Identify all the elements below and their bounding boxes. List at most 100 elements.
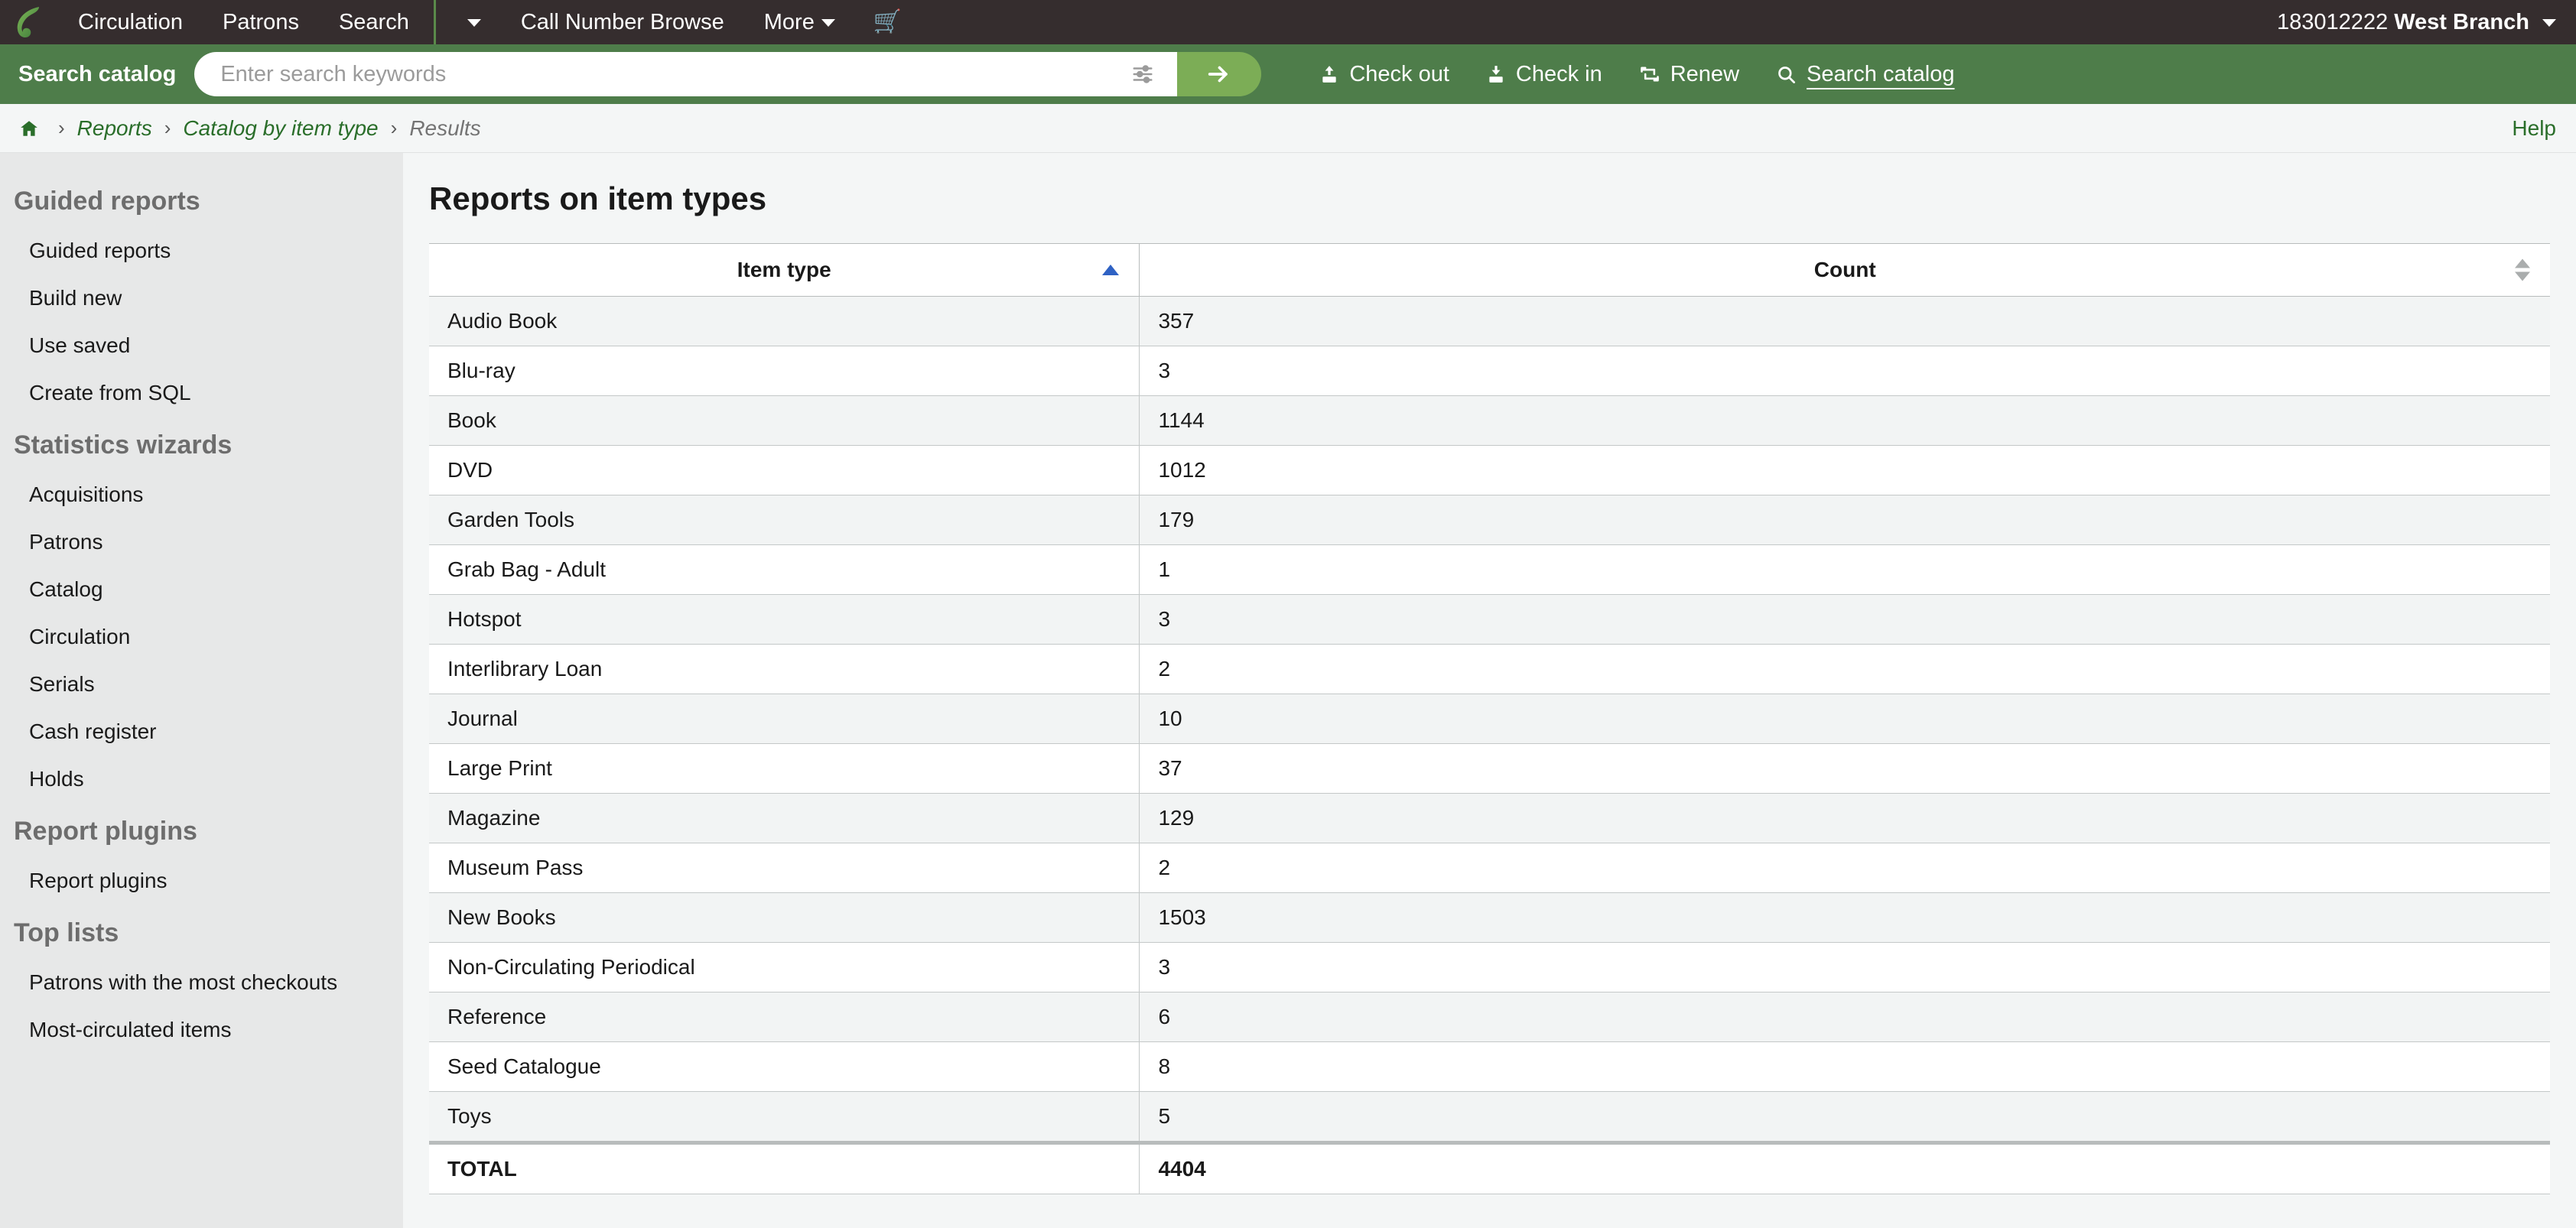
search-submit-button[interactable] [1176, 52, 1262, 96]
main-menu: Circulation Patrons Search Call Number B… [58, 0, 920, 44]
search-catalog-label: Search catalog [18, 61, 177, 86]
cell-item-type: New Books [429, 892, 1140, 943]
sidebar-item-create-from-sql[interactable]: Create from SQL [0, 369, 403, 417]
cell-count: 1012 [1139, 445, 2550, 495]
cell-item-type: Toys [429, 1091, 1140, 1143]
sidebar-item-build-new[interactable]: Build new [0, 275, 403, 322]
cell-item-type: Museum Pass [429, 843, 1140, 893]
table-row: New Books 1503 [429, 892, 2550, 943]
top-navigation-bar: Circulation Patrons Search Call Number B… [0, 0, 2576, 44]
koha-logo[interactable] [0, 0, 58, 44]
table-row: DVD 1012 [429, 445, 2550, 495]
search-input[interactable] [194, 54, 1132, 95]
sidebar-item-holds[interactable]: Holds [0, 755, 403, 803]
item-types-report-table: Item type Count Audio Book 357 Blu-ray 3 Boo… [429, 243, 2550, 1194]
table-header: Item type Count [429, 243, 2550, 297]
nav-item-call-number-browse[interactable]: Call Number Browse [501, 0, 744, 44]
table-row: Non-Circulating Periodical 3 [429, 942, 2550, 992]
sidebar-heading-report-plugins: Report plugins [14, 817, 197, 846]
sidebar-item-acquisitions[interactable]: Acquisitions [0, 471, 403, 518]
table-row: Interlibrary Loan 2 [429, 644, 2550, 694]
column-header-count[interactable]: Count [1139, 243, 2550, 297]
table-footer: TOTAL 4404 [429, 1141, 2550, 1194]
page-title: Reports on item types [429, 180, 767, 216]
column-header-item-type-label: Item type [737, 258, 831, 281]
cell-count: 129 [1139, 793, 2550, 843]
table-row: Blu-ray 3 [429, 346, 2550, 396]
action-search-catalog[interactable]: Search catalog [1758, 62, 1973, 87]
action-renew[interactable]: Renew [1621, 62, 1758, 87]
nav-item-search[interactable]: Search [319, 0, 429, 44]
user-branch: West Branch [2394, 10, 2529, 34]
breadcrumb-separator: › [390, 116, 398, 139]
cell-item-type: Audio Book [429, 296, 1140, 346]
renew-icon [1640, 67, 1659, 82]
table-row: Magazine 129 [429, 793, 2550, 843]
sidebar-item-report-plugins[interactable]: Report plugins [0, 857, 403, 905]
cell-item-type: Garden Tools [429, 495, 1140, 545]
cell-count: 2 [1139, 644, 2550, 694]
sidebar-item-circulation[interactable]: Circulation [0, 613, 403, 661]
user-number: 183012222 [2276, 10, 2389, 34]
sidebar-item-patrons-with-the-most-checkouts[interactable]: Patrons with the most checkouts [0, 959, 403, 1006]
table-row: Reference 6 [429, 992, 2550, 1042]
total-count: 4404 [1139, 1141, 2550, 1194]
nav-search-dropdown-toggle[interactable] [441, 0, 501, 44]
cell-item-type: Reference [429, 992, 1140, 1042]
breadcrumb-item-reports[interactable]: Reports [77, 116, 152, 141]
table-row: Garden Tools 179 [429, 495, 2550, 545]
sidebar-item-cash-register[interactable]: Cash register [0, 708, 403, 755]
breadcrumb-separator: › [164, 116, 171, 139]
cell-count: 8 [1139, 1041, 2550, 1092]
search-bar: Search catalog Check out Check in [0, 44, 2576, 104]
cell-item-type: Grab Bag - Adult [429, 544, 1140, 595]
table-row: Hotspot 3 [429, 594, 2550, 645]
table-body: Audio Book 357 Blu-ray 3 Book 1144 DVD 1012 Gard… [429, 296, 2550, 1143]
nav-divider [433, 0, 436, 44]
breadcrumb-separator: › [58, 116, 65, 139]
cell-item-type: Blu-ray [429, 346, 1140, 396]
cell-count: 1144 [1139, 395, 2550, 446]
help-link[interactable]: Help [2512, 116, 2556, 141]
sidebar-heading-guided-reports: Guided reports [14, 187, 200, 216]
nav-item-patrons[interactable]: Patrons [203, 0, 319, 44]
sidebar-item-guided-reports[interactable]: Guided reports [0, 227, 403, 275]
cell-item-type: Journal [429, 694, 1140, 744]
cell-count: 357 [1139, 296, 2550, 346]
sidebar-heading-top-lists: Top lists [14, 918, 119, 947]
chevron-down-icon [467, 19, 481, 28]
cell-count: 6 [1139, 992, 2550, 1042]
arrow-right-icon [1208, 66, 1228, 83]
cell-count: 3 [1139, 346, 2550, 396]
sidebar-item-patrons[interactable]: Patrons [0, 518, 403, 566]
cell-count: 1503 [1139, 892, 2550, 943]
sort-ascending-icon [1102, 265, 1120, 275]
page-body: Guided reports Guided reports Build new … [0, 153, 2576, 1228]
sliders-icon[interactable] [1131, 63, 1177, 86]
table-row: Audio Book 357 [429, 296, 2550, 346]
cell-count: 3 [1139, 594, 2550, 645]
action-check-in[interactable]: Check in [1468, 62, 1621, 87]
sidebar-item-most-circulated-items[interactable]: Most-circulated items [0, 1006, 403, 1054]
search-icon [1778, 66, 1795, 83]
breadcrumb-item-results: Results [409, 115, 481, 140]
sidebar-item-serials[interactable]: Serials [0, 661, 403, 708]
sidebar-item-use-saved[interactable]: Use saved [0, 322, 403, 369]
user-branch-menu[interactable]: 183012222 West Branch [2277, 0, 2556, 44]
nav-item-more[interactable]: More [744, 0, 855, 44]
table-row: Toys 5 [429, 1091, 2550, 1143]
sidebar-item-catalog[interactable]: Catalog [0, 566, 403, 613]
home-icon[interactable] [18, 119, 40, 138]
chevron-down-icon [821, 19, 835, 28]
table-row: Museum Pass 2 [429, 843, 2550, 893]
nav-item-circulation[interactable]: Circulation [58, 0, 203, 44]
action-check-out[interactable]: Check out [1301, 62, 1468, 87]
shopping-cart-icon[interactable]: 🛒 [855, 0, 920, 44]
column-header-item-type[interactable]: Item type [429, 243, 1140, 297]
breadcrumb-item-catalog-by-item-type[interactable]: Catalog by item type [183, 116, 378, 141]
check-in-icon [1489, 66, 1503, 83]
cell-count: 10 [1139, 694, 2550, 744]
check-out-icon [1322, 66, 1336, 83]
breadcrumb: › Reports › Catalog by item type › Resul… [0, 104, 2576, 153]
sort-both-icon [2515, 258, 2530, 281]
